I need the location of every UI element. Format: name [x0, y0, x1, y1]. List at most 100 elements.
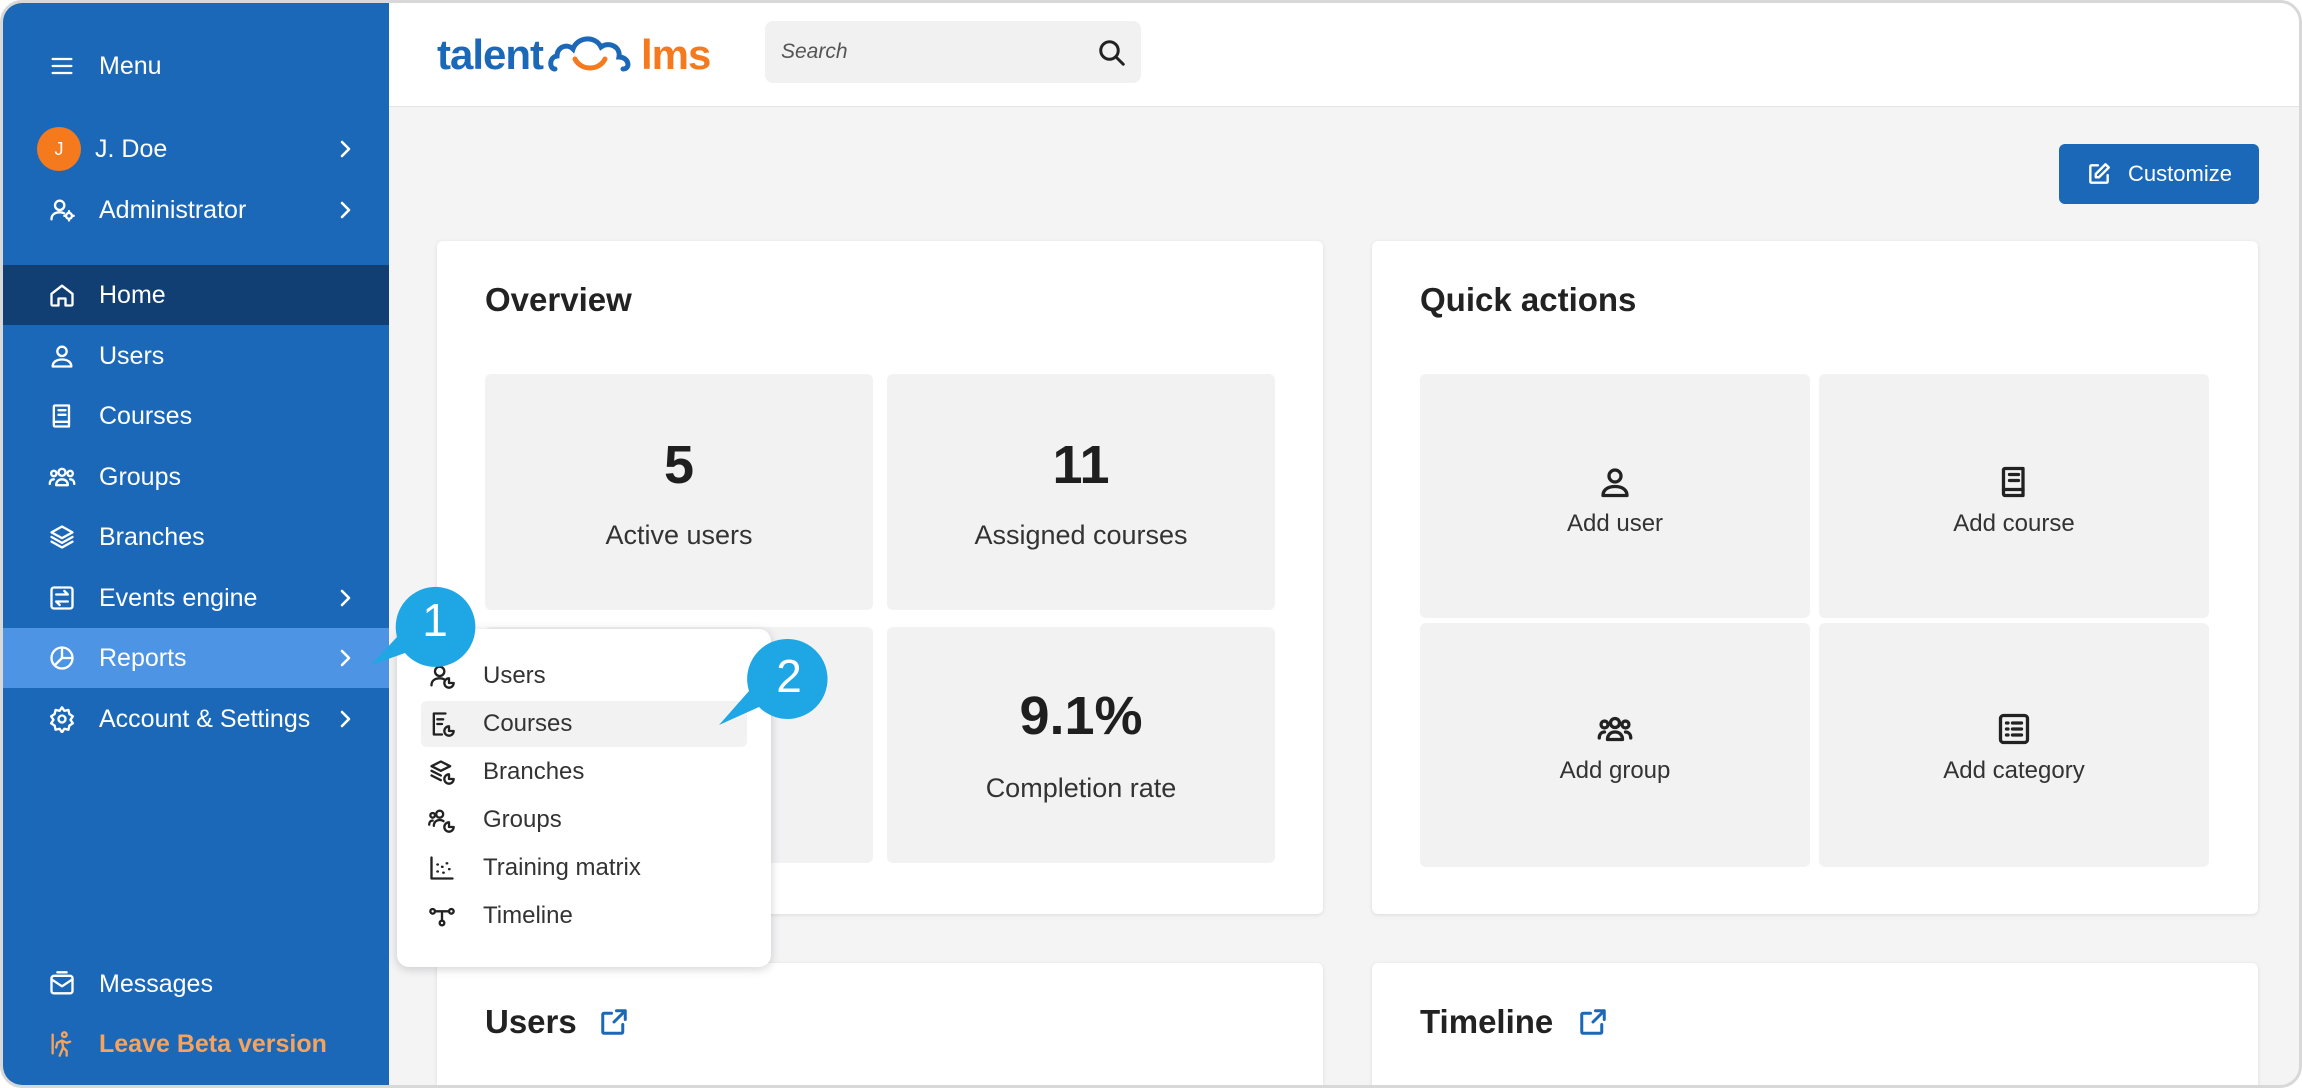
top-bar: talent lms [389, 3, 2299, 107]
reports-menu-label: Training matrix [483, 854, 641, 881]
sidebar-item-label: Home [99, 280, 166, 309]
role-label: Administrator [99, 195, 247, 224]
sidebar-item-label: Branches [99, 522, 205, 551]
stat-label: Completion rate [985, 773, 1177, 803]
layers-icon [47, 522, 77, 552]
sidebar-item-branches[interactable]: Branches [3, 507, 389, 567]
sidebar-item-label: Courses [99, 401, 193, 430]
quick-action-add-category[interactable]: Add category [1819, 623, 2209, 867]
sidebar-item-account-settings[interactable]: Account & Settings [3, 689, 389, 749]
timeline-card-title: Timeline [1420, 1003, 1554, 1040]
menu-toggle[interactable]: Menu [3, 36, 389, 96]
quick-actions-card: Quick actions Add user Add course Add gr… [1372, 241, 2258, 914]
chevron-right-icon [333, 137, 357, 161]
quick-action-add-user[interactable]: Add user [1420, 374, 1810, 618]
customize-button[interactable]: Customize [2059, 144, 2259, 204]
branch-report-icon [425, 757, 459, 787]
overview-title: Overview [485, 281, 632, 318]
stat-value: 11 [1052, 435, 1110, 495]
sidebar-item-courses[interactable]: Courses [3, 386, 389, 446]
events-icon [47, 583, 77, 613]
stat-value: 5 [663, 435, 695, 495]
reports-menu-item-groups[interactable]: Groups [421, 797, 747, 843]
reports-menu-item-training-matrix[interactable]: Training matrix [421, 845, 747, 891]
stat-tile-assigned-courses[interactable]: 11 Assigned courses [887, 374, 1275, 610]
quick-action-label: Add category [1943, 757, 2085, 784]
pie-chart-icon [47, 643, 77, 673]
sidebar-user-profile[interactable]: J J. Doe [3, 119, 389, 179]
scatter-icon [425, 853, 459, 883]
reports-menu-label: Timeline [483, 902, 573, 929]
user-icon [47, 341, 77, 371]
chevron-right-icon [333, 707, 357, 731]
reports-menu-label: Branches [483, 758, 585, 785]
user-name: J. Doe [95, 134, 168, 163]
logo-text-lms: lms [641, 31, 711, 78]
group-report-icon [425, 805, 459, 835]
stat-tile-completion-rate[interactable]: 9.1% Completion rate [887, 627, 1275, 863]
list-icon [1996, 711, 2032, 747]
customize-label: Customize [2128, 161, 2232, 186]
group-icon [47, 462, 77, 492]
cloud-smile-icon [548, 36, 631, 72]
sidebar-item-home[interactable]: Home [3, 265, 389, 325]
sidebar-item-label: Events engine [99, 583, 258, 612]
reports-menu-item-branches[interactable]: Branches [421, 749, 747, 795]
stat-label: Active users [605, 520, 753, 550]
callout-number: 1 [422, 594, 448, 646]
timeline-card: Timeline [1372, 963, 2258, 1085]
quick-action-label: Add group [1559, 757, 1671, 784]
avatar: J [37, 127, 81, 171]
chevron-right-icon [333, 198, 357, 222]
sidebar-item-users[interactable]: Users [3, 326, 389, 386]
chevron-right-icon [333, 586, 357, 610]
sidebar-item-label: Users [99, 341, 165, 370]
sidebar-item-messages[interactable]: Messages [3, 954, 389, 1014]
quick-action-add-group[interactable]: Add group [1420, 623, 1810, 867]
stat-label: Assigned courses [974, 520, 1188, 550]
timeline-icon [425, 901, 459, 931]
course-report-icon [425, 709, 459, 739]
book-icon [47, 401, 77, 431]
stat-value: 9.1% [1019, 686, 1143, 746]
sidebar-role-switcher[interactable]: Administrator [3, 180, 389, 240]
user-icon [1597, 464, 1633, 500]
reports-menu-item-courses[interactable]: Courses [421, 701, 747, 747]
quick-action-add-course[interactable]: Add course [1819, 374, 2209, 618]
menu-label: Menu [99, 51, 162, 80]
external-link-icon[interactable] [1578, 1007, 1608, 1037]
sidebar-item-reports[interactable]: Reports [3, 628, 389, 688]
sidebar-item-groups[interactable]: Groups [3, 447, 389, 507]
home-icon [47, 280, 77, 310]
app-window: Menu J J. Doe Administrator Home Users C… [0, 0, 2302, 1088]
quick-action-label: Add course [1953, 510, 2075, 537]
stat-tile-active-users[interactable]: 5 Active users [485, 374, 873, 610]
user-gear-icon [47, 195, 77, 225]
quick-actions-title: Quick actions [1420, 281, 1637, 318]
leave-beta-link[interactable]: Leave Beta version [3, 1014, 389, 1074]
reports-menu-label: Courses [483, 710, 573, 737]
exit-walk-icon [47, 1029, 77, 1059]
logo-text-talent: talent [437, 31, 544, 78]
messages-label: Messages [99, 969, 213, 998]
external-link-icon[interactable] [599, 1007, 629, 1037]
book-icon [1996, 464, 2032, 500]
reports-menu-label: Groups [483, 806, 562, 833]
talentlms-logo[interactable]: talent lms [437, 25, 711, 85]
sidebar-item-label: Account & Settings [99, 704, 311, 733]
edit-icon [2089, 163, 2110, 184]
callout-number: 2 [776, 650, 802, 702]
search-icon[interactable] [1097, 38, 1127, 68]
reports-menu-label: Users [483, 662, 546, 689]
leave-beta-label: Leave Beta version [99, 1029, 327, 1058]
sidebar: Menu J J. Doe Administrator Home Users C… [3, 3, 389, 1085]
gear-icon [47, 704, 77, 734]
search-input[interactable] [781, 40, 1081, 64]
reports-menu-item-timeline[interactable]: Timeline [421, 893, 747, 939]
hamburger-icon [47, 51, 77, 81]
message-icon [47, 969, 77, 999]
users-card: Users [437, 963, 1323, 1085]
quick-action-label: Add user [1566, 510, 1664, 537]
sidebar-item-events-engine[interactable]: Events engine [3, 568, 389, 628]
search-box [765, 21, 1141, 83]
